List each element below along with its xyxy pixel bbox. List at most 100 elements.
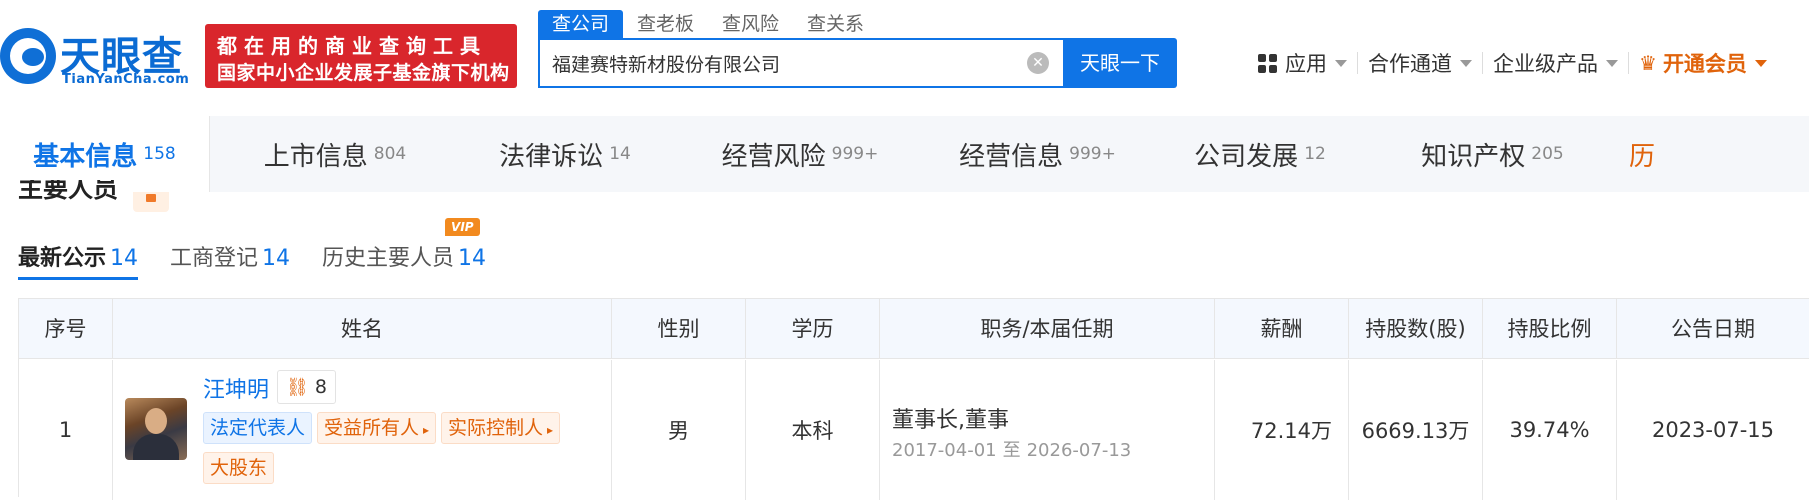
- subtab-count: 14: [110, 246, 139, 271]
- tab-count: 12: [1304, 144, 1326, 164]
- cell-role: 董事长,董事 2017-04-01 至 2026-07-13: [880, 360, 1215, 500]
- tag-actual-controller[interactable]: 实际控制人 ▸: [441, 412, 561, 444]
- search-tab-boss[interactable]: 查老板: [623, 10, 708, 38]
- subtab-count: 14: [458, 246, 487, 271]
- term-end: 2026-07-13: [1026, 440, 1132, 461]
- term-start: 2017-04-01: [892, 440, 997, 461]
- nav-vip[interactable]: ♛ 开通会员: [1629, 48, 1777, 78]
- tab-count: 14: [609, 144, 631, 164]
- tab-listing-info[interactable]: 上市信息 804: [210, 116, 460, 192]
- search-button[interactable]: 天眼一下: [1063, 38, 1177, 88]
- tianyancha-logo[interactable]: 天眼查 TianYanCha.com: [0, 22, 200, 92]
- tag-beneficiary[interactable]: 受益所有人 ▸: [317, 412, 437, 444]
- slogan-line-1: 都在用的商业查询工具: [217, 34, 487, 58]
- subtab-registration[interactable]: 工商登记 14: [170, 236, 290, 280]
- th-role: 职务/本届任期: [880, 299, 1215, 359]
- th-salary: 薪酬: [1215, 299, 1349, 359]
- personnel-sub-tabs: 最新公示 14 工商登记 14 VIP 历史主要人员 14: [18, 218, 518, 280]
- personnel-table: 序号 姓名 性别 学历 职务/本届任期 薪酬 持股数(股) 持股比例 公告日期 …: [18, 298, 1809, 500]
- term-separator: 至: [1002, 440, 1021, 461]
- th-name: 姓名: [113, 299, 612, 359]
- caret-right-icon: ▸: [547, 423, 554, 437]
- slogan-line-2: 国家中小企业发展子基金旗下机构: [217, 62, 510, 84]
- search-box: ✕: [538, 38, 1063, 88]
- nav-enterprise-label: 企业级产品: [1493, 52, 1598, 76]
- table-header: 序号 姓名 性别 学历 职务/本届任期 薪酬 持股数(股) 持股比例 公告日期: [19, 299, 1809, 359]
- tab-label: 基本信息: [33, 141, 138, 172]
- tab-label: 法律诉讼: [499, 141, 604, 172]
- logo-eye-icon: [0, 28, 56, 84]
- crown-icon: ♛: [1639, 51, 1657, 75]
- tag-label: 实际控制人: [448, 417, 544, 439]
- cell-name: 汪坤明 ⛓ 8 法定代表人 受益所有人 ▸ 实际控制人 ▸ 大股东: [113, 360, 612, 500]
- tab-count: 158: [143, 144, 176, 164]
- caret-right-icon: ▸: [423, 423, 430, 437]
- tab-label: 经营信息: [959, 141, 1064, 172]
- person-name-link[interactable]: 汪坤明: [203, 372, 269, 404]
- search-tab-company[interactable]: 查公司: [538, 10, 624, 38]
- search-tab-relation[interactable]: 查关系: [793, 10, 878, 38]
- tab-company-development[interactable]: 公司发展 12: [1145, 116, 1375, 192]
- relation-count: 8: [314, 376, 327, 398]
- th-index: 序号: [19, 299, 113, 359]
- chevron-down-icon: [1460, 59, 1472, 67]
- tab-count: 205: [1531, 144, 1564, 164]
- subtab-count: 14: [262, 246, 291, 271]
- search-tab-risk[interactable]: 查风险: [708, 10, 793, 38]
- tag-legal-representative: 法定代表人: [203, 412, 313, 444]
- tab-count: 804: [373, 144, 407, 164]
- tab-label: 公司发展: [1194, 141, 1299, 172]
- top-header: 天眼查 TianYanCha.com 都在用的商业查询工具 国家中小企业发展子基…: [0, 0, 1809, 115]
- top-nav: 应用 合作通道 企业级产品 ♛ 开通会员: [1248, 46, 1777, 80]
- tag-major-shareholder: 大股东: [203, 452, 275, 484]
- slogan-banner: 都在用的商业查询工具 国家中小企业发展子基金旗下机构: [205, 24, 517, 88]
- nav-channel[interactable]: 合作通道: [1358, 48, 1482, 78]
- subtab-label: 历史主要人员: [322, 246, 455, 271]
- section-flag-icon[interactable]: [133, 192, 169, 212]
- tab-business-risk[interactable]: 经营风险 999+: [670, 116, 930, 192]
- tab-label: 经营风险: [721, 141, 826, 172]
- cell-education: 本科: [746, 360, 880, 500]
- chevron-down-icon: [1335, 59, 1347, 67]
- th-ratio: 持股比例: [1483, 299, 1617, 359]
- tab-count: 999+: [831, 144, 879, 164]
- avatar[interactable]: [125, 398, 187, 460]
- tab-history[interactable]: 历: [1610, 116, 1809, 192]
- tag-label: 受益所有人: [324, 417, 420, 439]
- section-title: 主要人员: [18, 180, 119, 200]
- tab-count: 999+: [1069, 144, 1116, 164]
- search-input[interactable]: [552, 40, 1012, 86]
- table-row: 1 汪坤明 ⛓ 8 法定代表人 受益所有人 ▸ 实际控制人 ▸ 大股东 男 本科 董…: [19, 360, 1809, 500]
- clear-icon[interactable]: ✕: [1027, 52, 1049, 74]
- th-date: 公告日期: [1617, 299, 1809, 359]
- logo-domain: TianYanCha.com: [62, 72, 190, 87]
- tab-intellectual-property[interactable]: 知识产权 205: [1375, 116, 1610, 192]
- cell-date: 2023-07-15: [1617, 360, 1809, 500]
- vip-badge: VIP: [445, 218, 480, 236]
- th-shares: 持股数(股): [1349, 299, 1483, 359]
- subtab-label: 工商登记: [170, 246, 259, 271]
- search-type-tabs: 查公司 查老板 查风险 查关系: [538, 10, 878, 38]
- th-education: 学历: [746, 299, 880, 359]
- relation-badge[interactable]: ⛓ 8: [277, 370, 336, 404]
- nav-enterprise[interactable]: 企业级产品: [1483, 48, 1628, 78]
- th-gender: 性别: [612, 299, 746, 359]
- apps-grid-icon: [1258, 53, 1277, 73]
- nav-channel-label: 合作通道: [1368, 52, 1452, 76]
- tab-business-info[interactable]: 经营信息 999+: [930, 116, 1145, 192]
- cell-index: 1: [19, 360, 113, 500]
- tab-label: 上市信息: [263, 141, 368, 172]
- subtab-history[interactable]: VIP 历史主要人员 14: [322, 218, 487, 280]
- cell-ratio: 39.74%: [1483, 360, 1617, 500]
- subtab-latest[interactable]: 最新公示 14: [18, 236, 139, 280]
- tab-label: 历: [1629, 141, 1656, 172]
- nav-apps[interactable]: 应用: [1248, 48, 1357, 78]
- main-tabs: 基本信息 158 上市信息 804 法律诉讼 14 经营风险 999+ 经营信息…: [0, 116, 1809, 192]
- chevron-down-icon: [1606, 59, 1618, 67]
- tab-litigation[interactable]: 法律诉讼 14: [460, 116, 670, 192]
- nav-apps-label: 应用: [1285, 52, 1327, 76]
- subtab-label: 最新公示: [18, 246, 107, 271]
- role-title: 董事长,董事: [892, 408, 1009, 433]
- cell-shares: 6669.13万: [1349, 360, 1483, 500]
- relation-graph-icon: ⛓: [286, 376, 309, 398]
